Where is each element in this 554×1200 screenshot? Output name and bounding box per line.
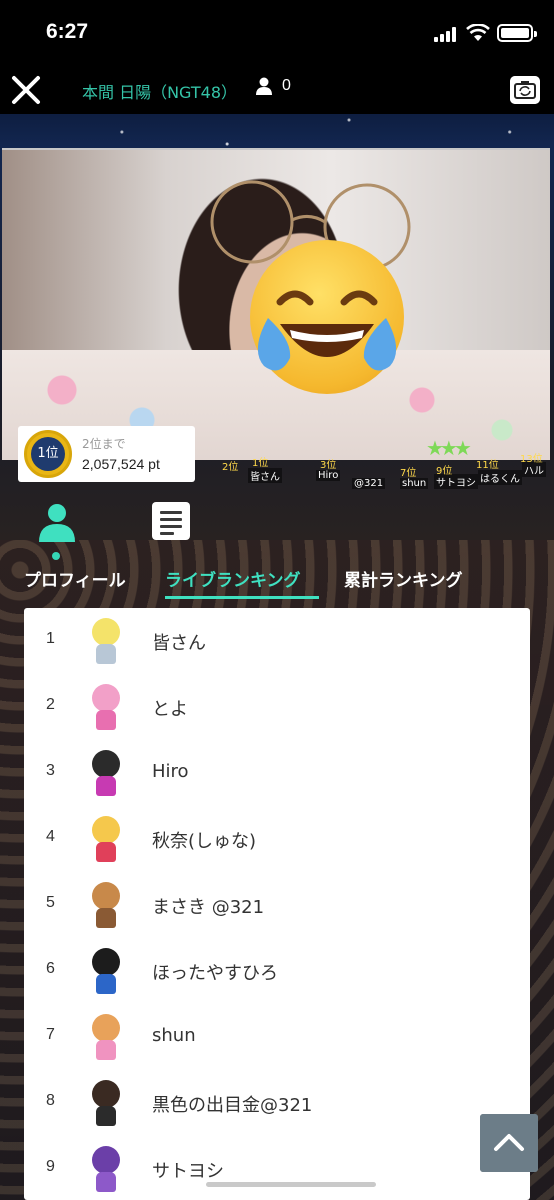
active-tab-underline [165,596,319,599]
live-ranking-list[interactable]: 1 皆さん 2 とよ 3 Hiro 4 秋奈(しゅな) 5 まさき @321 6 [24,608,530,1200]
crowd-rank-strip: ★★★ 2位 1位 3位 7位 9位 11位 13位 皆さん Hiro @321… [196,436,554,496]
rank-number: 8 [46,1092,55,1109]
avatar [82,1078,130,1128]
wifi-icon [466,24,490,41]
ranking-row[interactable]: 4 秋奈(しゅな) [24,806,530,872]
avatar [82,1144,130,1194]
avatar [82,880,130,930]
tab-icon-row [0,498,554,564]
strip-name: ハル [522,462,546,477]
status-time: 6:27 [46,20,89,43]
rank-number: 5 [46,894,55,911]
user-name: サトヨシ [152,1161,224,1182]
room-title: 本間 日陽（NGT48） [82,83,238,102]
strip-rank: 2位 [222,462,239,473]
tab-live-ranking[interactable]: ライブランキング [165,566,301,591]
rank-medal-label: 1位 [31,437,65,471]
points-to-next-rank: 2,057,524 pt [82,456,160,472]
star-gift-icons: ★★★ [426,436,472,460]
ranking-row[interactable]: 6 ほったやすひろ [24,938,530,1004]
strip-name: はるくん [478,470,522,485]
ranking-row[interactable]: 9 サトヨシ [24,1136,530,1200]
current-rank-badge[interactable]: 1位 2位まで 2,057,524 pt [18,426,195,482]
active-tab-dot [52,552,60,560]
viewer-counter: 0 [256,77,291,95]
battery-icon [497,24,537,42]
strip-name: shun [400,478,429,489]
avatar [82,946,130,996]
strip-name: Hiro [316,470,341,481]
chevron-up-icon[interactable] [480,1114,538,1172]
user-name: とよ [152,699,188,720]
next-rank-label: 2位まで [82,437,126,451]
person-icon [256,77,272,95]
viewer-count: 0 [282,77,291,94]
live-header: 本間 日陽（NGT48） 0 [0,64,554,114]
home-indicator [206,1182,376,1187]
live-video[interactable] [2,148,550,460]
tears-of-joy-emoji-icon [250,240,404,394]
camera-switch-icon[interactable] [510,76,540,104]
user-name: まさき @321 [152,897,265,918]
ranking-row[interactable]: 5 まさき @321 [24,872,530,938]
rank-number: 6 [46,960,55,977]
strip-name: 皆さん [248,468,282,483]
strip-rank: 11位 [476,460,499,471]
rank-number: 2 [46,696,55,713]
ranking-row[interactable]: 1 皆さん [24,608,530,674]
user-name: 黒色の出目金@321 [152,1095,313,1116]
user-name: shun [152,1025,196,1046]
strip-name: サトヨシ [434,474,478,489]
rank-number: 3 [46,762,55,779]
avatar [82,814,130,864]
document-icon[interactable] [152,502,190,540]
rank-number: 9 [46,1158,55,1175]
strip-rank: 7位 [400,468,417,479]
status-bar: 6:27 [0,0,554,64]
strip-rank: 3位 [320,460,337,471]
tab-profile[interactable]: プロフィール [24,566,126,591]
user-name: 皆さん [152,633,206,654]
user-name: 秋奈(しゅな) [152,831,257,852]
profile-icon[interactable] [38,502,76,542]
avatar [82,1012,130,1062]
close-icon[interactable] [8,72,44,108]
user-name: Hiro [152,761,189,782]
rank-number: 4 [46,828,55,845]
ranking-row[interactable]: 3 Hiro [24,740,530,806]
rank-number: 7 [46,1026,55,1043]
cellular-signal-icon [434,26,460,42]
rank-number: 1 [46,630,55,647]
avatar [82,748,130,798]
gold-medal-icon: 1位 [24,430,72,478]
ranking-row[interactable]: 8 黒色の出目金@321 [24,1070,530,1136]
strip-name: @321 [352,478,386,489]
strip-rank: 1位 [252,458,269,469]
ranking-row[interactable]: 7 shun [24,1004,530,1070]
tab-total-ranking[interactable]: 累計ランキング [344,566,463,591]
user-name: ほったやすひろ [152,963,278,984]
tab-bar: プロフィール ライブランキング 累計ランキング [0,566,554,606]
avatar [82,682,130,732]
ranking-row[interactable]: 2 とよ [24,674,530,740]
avatar [82,616,130,666]
